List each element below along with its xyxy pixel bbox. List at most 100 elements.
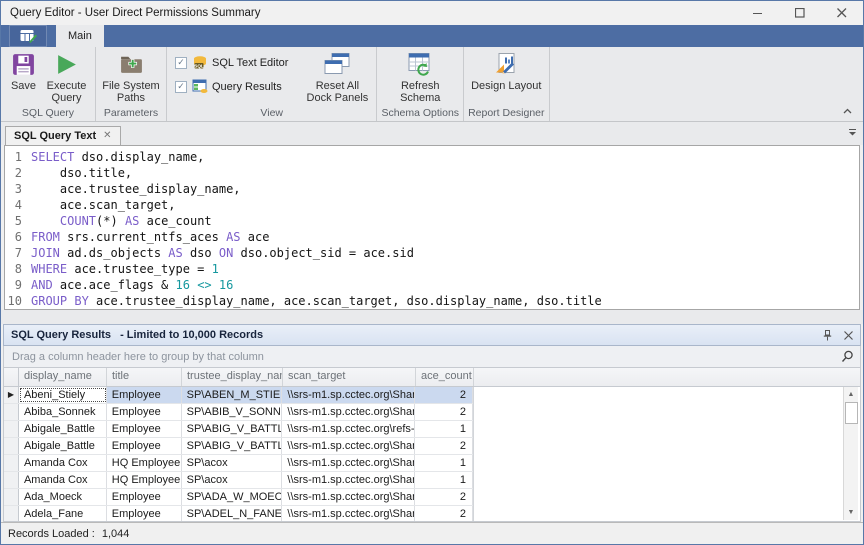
cell-scan_target[interactable]: \\srs-m1.sp.cctec.org\Shares2 [282,472,415,488]
ribbon-group-report-designer: Design Layout Report Designer [464,47,549,121]
query-results-checkbox[interactable]: ✓ [175,81,187,93]
column-header-title[interactable]: title [107,368,182,386]
cell-scan_target[interactable]: \\srs-m1.sp.cctec.org\Shares [282,455,415,471]
cell-scan_target[interactable]: \\srs-m1.sp.cctec.org\Shares [282,489,415,505]
panel-splitter[interactable] [1,310,863,324]
cell-scan_target[interactable]: \\srs-m1.sp.cctec.org\Shares [282,404,415,420]
table-row[interactable]: Abiba_SonnekEmployeeSP\ABIB_V_SONNE757\\… [4,404,473,421]
row-indicator-cell [4,404,19,420]
table-row[interactable]: Adela_FaneEmployeeSP\ADEL_N_FANE330\\srs… [4,506,473,522]
close-button[interactable] [821,1,863,25]
cell-ace_count[interactable]: 1 [415,472,473,488]
cell-title[interactable]: Employee [107,489,182,505]
collapse-ribbon-button[interactable] [839,104,855,118]
column-header-trustee_display_name[interactable]: trustee_display_name [182,368,283,386]
cell-title[interactable]: Employee [107,506,182,522]
tab-list-dropdown-button[interactable] [848,123,857,141]
cell-title[interactable]: Employee [107,387,182,403]
minimize-button[interactable] [737,1,779,25]
code-token: 16 [176,277,190,293]
code-line[interactable]: 5 COUNT(*) AS ace_count [5,213,859,229]
column-header-display_name[interactable]: display_name [19,368,107,386]
cell-ace_count[interactable]: 1 [415,455,473,471]
cell-ace_count[interactable]: 2 [415,506,473,522]
cell-display_name[interactable]: Amanda Cox [19,455,107,471]
app-menu-button[interactable] [9,25,47,47]
table-row[interactable]: Amanda CoxHQ EmployeeSP\acox\\srs-m1.sp.… [4,455,473,472]
code-line[interactable]: 3 ace.trustee_display_name, [5,181,859,197]
code-line[interactable]: 2 dso.title, [5,165,859,181]
sql-text-editor-icon: SQL [192,55,208,70]
cell-scan_target[interactable]: \\srs-m1.sp.cctec.org\Shares [282,387,415,403]
close-panel-button[interactable] [839,327,857,343]
file-system-paths-button[interactable]: File System Paths [100,49,162,104]
group-label-report-designer: Report Designer [468,106,544,121]
pin-panel-button[interactable] [818,327,836,343]
cell-title[interactable]: Employee [107,421,182,437]
cell-trustee_display_name[interactable]: SP\ABIB_V_SONNE757 [182,404,283,420]
code-line[interactable]: 4 ace.scan_target, [5,197,859,213]
cell-ace_count[interactable]: 2 [415,387,473,403]
cell-trustee_display_name[interactable]: SP\acox [182,472,283,488]
code-line[interactable]: 7JOIN ad.ds_objects AS dso ON dso.object… [5,245,859,261]
design-layout-button[interactable]: Design Layout [468,49,544,92]
tab-sql-query-text[interactable]: SQL Query Text ✕ [5,126,121,145]
cell-display_name[interactable]: Abigale_Battle [19,421,107,437]
cell-display_name[interactable]: Abigale_Battle [19,438,107,454]
cell-ace_count[interactable]: 2 [415,489,473,505]
reset-all-dock-panels-button[interactable]: Reset All Dock Panels [302,49,372,104]
execute-query-icon [54,52,79,77]
code-line[interactable]: 8WHERE ace.trustee_type = 1 [5,261,859,277]
cell-trustee_display_name[interactable]: SP\acox [182,455,283,471]
cell-trustee_display_name[interactable]: SP\ADA_W_MOECK784 [182,489,283,505]
cell-display_name[interactable]: Abeni_Stiely [19,387,107,403]
cell-display_name[interactable]: Adela_Fane [19,506,107,522]
sql-text-editor-checkbox[interactable]: ✓ [175,57,187,69]
cell-trustee_display_name[interactable]: SP\ABEN_M_STIEL178 [182,387,283,403]
sql-text-editor-checkbox-row[interactable]: ✓ SQL SQL Text Editor [175,52,288,73]
code-line[interactable]: 9AND ace.ace_flags & 16 <> 16 [5,277,859,293]
chevron-down-icon [848,129,857,136]
tab-close-icon[interactable]: ✕ [103,131,111,141]
table-row[interactable]: Abigale_BattleEmployeeSP\ABIG_V_BATTL425… [4,421,473,438]
code-line[interactable]: 1SELECT dso.display_name, [5,149,859,165]
table-row[interactable]: Abigale_BattleEmployeeSP\ABIG_V_BATTL425… [4,438,473,455]
cell-trustee_display_name[interactable]: SP\ABIG_V_BATTL425 [182,438,283,454]
cell-title[interactable]: Employee [107,404,182,420]
cell-scan_target[interactable]: \\srs-m1.sp.cctec.org\Shares [282,438,415,454]
scrollbar-thumb[interactable] [845,402,858,424]
tab-main[interactable]: Main [56,25,104,47]
cell-title[interactable]: HQ Employee [107,472,182,488]
maximize-button[interactable] [779,1,821,25]
code-line[interactable]: 6FROM srs.current_ntfs_aces AS ace [5,229,859,245]
column-header-ace_count[interactable]: ace_count [416,368,474,386]
table-row[interactable]: Amanda CoxHQ EmployeeSP\acox\\srs-m1.sp.… [4,472,473,489]
cell-display_name[interactable]: Abiba_Sonnek [19,404,107,420]
cell-scan_target[interactable]: \\srs-m1.sp.cctec.org\refs-share [282,421,415,437]
close-icon [837,8,847,18]
scroll-up-button[interactable]: ▲ [845,388,858,401]
table-row[interactable]: Ada_MoeckEmployeeSP\ADA_W_MOECK784\\srs-… [4,489,473,506]
cell-display_name[interactable]: Amanda Cox [19,472,107,488]
cell-title[interactable]: Employee [107,438,182,454]
group-by-bar[interactable]: Drag a column header here to group by th… [3,346,861,368]
cell-trustee_display_name[interactable]: SP\ADEL_N_FANE330 [182,506,283,522]
cell-display_name[interactable]: Ada_Moeck [19,489,107,505]
refresh-schema-button[interactable]: Refresh Schema [382,49,458,104]
search-icon[interactable] [841,350,854,363]
query-results-checkbox-row[interactable]: ✓ Query Results [175,76,288,97]
cell-ace_count[interactable]: 2 [415,438,473,454]
execute-query-button[interactable]: Execute Query [42,49,91,104]
column-header-scan_target[interactable]: scan_target [283,368,416,386]
cell-title[interactable]: HQ Employee [107,455,182,471]
cell-trustee_display_name[interactable]: SP\ABIG_V_BATTL425 [182,421,283,437]
sql-text-editor[interactable]: 1SELECT dso.display_name,2 dso.title,3 a… [4,145,860,310]
table-row[interactable]: ▶Abeni_StielyEmployeeSP\ABEN_M_STIEL178\… [4,387,473,404]
cell-scan_target[interactable]: \\srs-m1.sp.cctec.org\Shares [282,506,415,522]
cell-ace_count[interactable]: 1 [415,421,473,437]
scroll-down-button[interactable]: ▼ [845,506,858,519]
save-button[interactable]: Save [5,49,42,92]
code-line[interactable]: 10GROUP BY ace.trustee_display_name, ace… [5,293,859,309]
cell-ace_count[interactable]: 2 [415,404,473,420]
vertical-scrollbar[interactable]: ▲ ▼ [843,387,858,520]
